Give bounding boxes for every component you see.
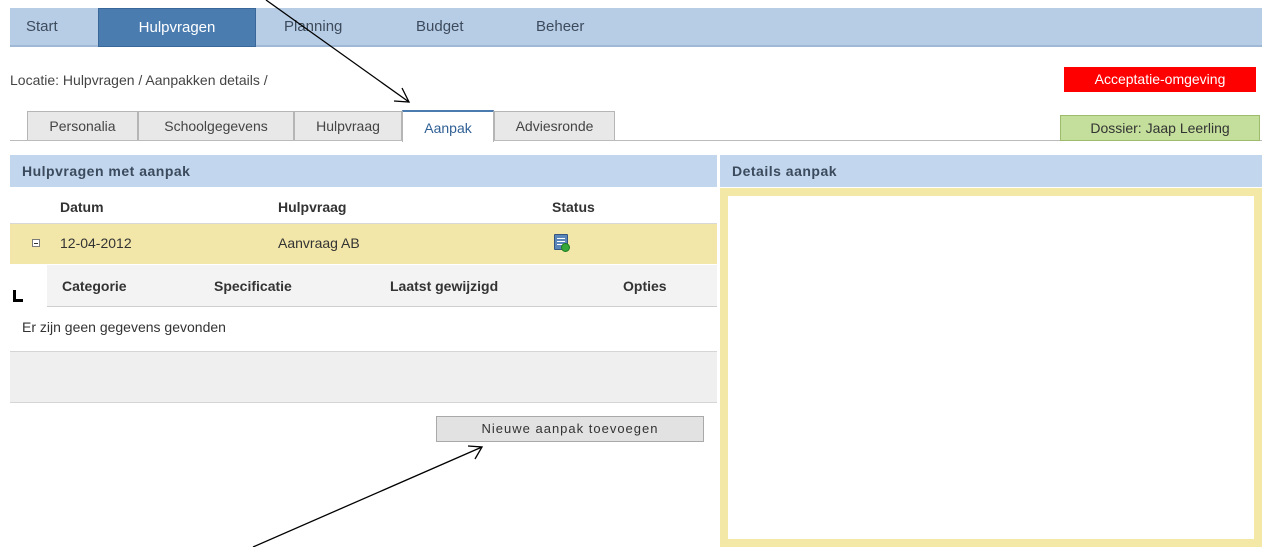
arrow-to-add-button [252, 446, 483, 547]
annotation-arrows [252, 0, 484, 547]
arrow-to-aanpak-tab [265, 0, 410, 103]
